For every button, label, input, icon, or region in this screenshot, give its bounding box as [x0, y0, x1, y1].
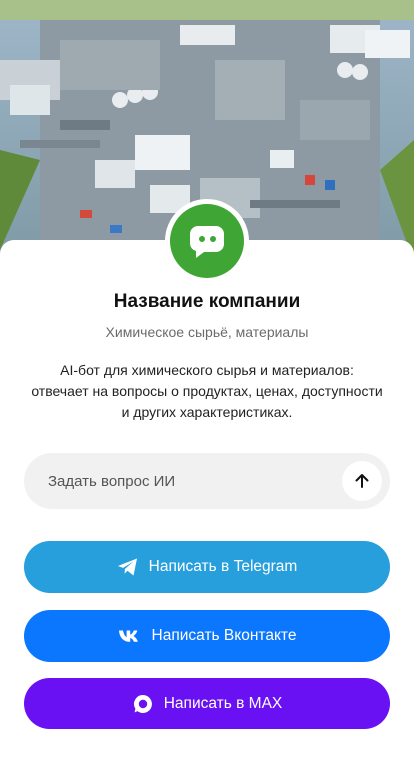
vk-button-label: Написать Вконтакте [151, 627, 297, 644]
max-icon [133, 694, 152, 713]
company-category: Химическое сырьё, материалы [105, 324, 309, 340]
max-button[interactable]: Написать в MAX [24, 678, 390, 729]
company-logo [170, 204, 244, 278]
telegram-icon [117, 558, 137, 576]
chat-bot-icon [190, 226, 224, 258]
max-button-label: Написать в MAX [163, 694, 283, 712]
telegram-button-label: Написать в Telegram [148, 558, 298, 575]
vk-icon [118, 630, 138, 642]
company-description: AI-бот для химического сырья и материало… [31, 362, 383, 420]
send-button[interactable] [342, 461, 382, 501]
arrow-up-icon [355, 474, 369, 488]
company-name: Название компании [113, 291, 301, 312]
telegram-button[interactable]: Написать в Telegram [24, 541, 390, 593]
ask-ai-field[interactable] [24, 453, 390, 509]
vk-button[interactable]: Написать Вконтакте [24, 610, 390, 662]
ask-ai-input[interactable] [48, 472, 342, 490]
company-logo-frame [165, 199, 249, 283]
